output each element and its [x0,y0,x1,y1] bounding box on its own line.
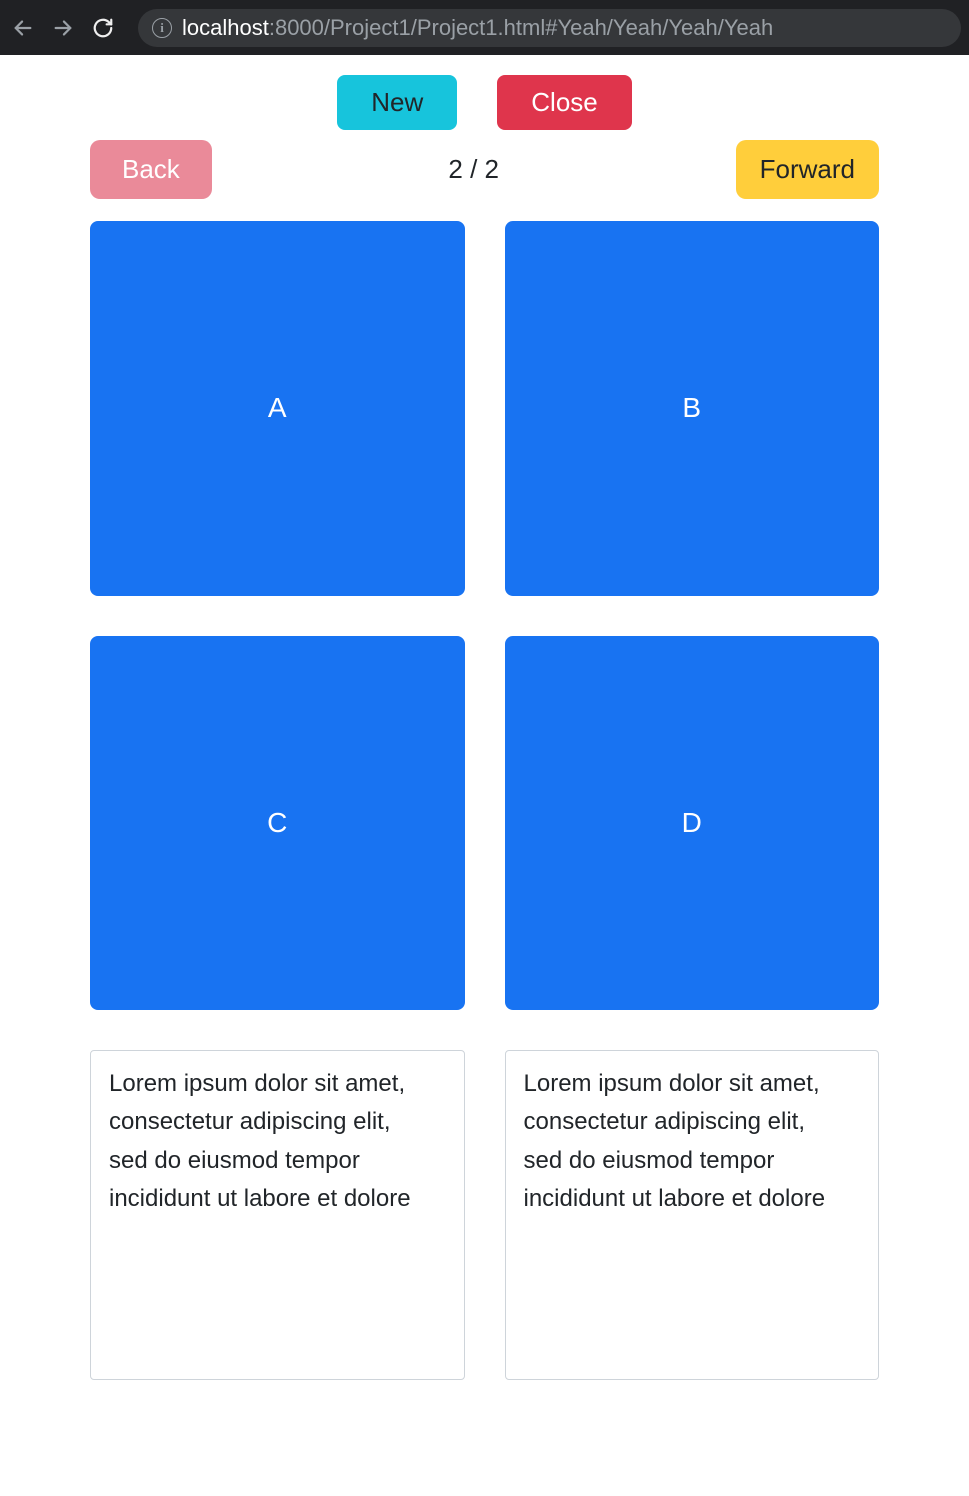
forward-button[interactable]: Forward [736,140,879,199]
browser-back-button[interactable] [8,13,38,43]
reload-icon [92,17,114,39]
url-path: :8000/Project1/Project1.html#Yeah/Yeah/Y… [269,15,773,40]
tile-c[interactable]: C [90,636,465,1011]
arrow-right-icon [52,17,74,39]
page-counter: 2 / 2 [212,154,736,185]
address-bar[interactable]: i localhost:8000/Project1/Project1.html#… [138,9,961,47]
text-line: Lorem ipsum dolor sit amet, [524,1065,861,1103]
text-line: incididunt ut labore et dolore [109,1180,446,1218]
tile-b[interactable]: B [505,221,880,596]
text-line: incididunt ut labore et dolore [524,1180,861,1218]
text-box-right[interactable]: Lorem ipsum dolor sit amet, consectetur … [505,1050,880,1380]
text-line: sed do eiusmod tempor [109,1142,446,1180]
top-button-row: New Close [90,75,879,130]
tile-a[interactable]: A [90,221,465,596]
site-info-icon[interactable]: i [152,18,172,38]
browser-chrome: i localhost:8000/Project1/Project1.html#… [0,0,969,55]
tile-label: C [267,807,287,839]
page-content: New Close Back 2 / 2 Forward A B C D Lor… [0,55,969,1380]
tile-label: D [682,807,702,839]
tile-d[interactable]: D [505,636,880,1011]
text-line: Lorem ipsum dolor sit amet, [109,1065,446,1103]
browser-reload-button[interactable] [88,13,118,43]
tile-grid: A B C D [90,221,879,1010]
text-row: Lorem ipsum dolor sit amet, consectetur … [90,1050,879,1380]
tile-label: A [268,392,287,424]
url-host: localhost [182,15,269,40]
text-box-left[interactable]: Lorem ipsum dolor sit amet, consectetur … [90,1050,465,1380]
new-button[interactable]: New [337,75,457,130]
browser-forward-button[interactable] [48,13,78,43]
nav-row: Back 2 / 2 Forward [90,140,879,199]
text-line: sed do eiusmod tempor [524,1142,861,1180]
url-text: localhost:8000/Project1/Project1.html#Ye… [182,15,773,41]
text-line: consectetur adipiscing elit, [109,1103,446,1141]
arrow-left-icon [12,17,34,39]
tile-label: B [682,392,701,424]
back-button[interactable]: Back [90,140,212,199]
text-line: consectetur adipiscing elit, [524,1103,861,1141]
close-button[interactable]: Close [497,75,631,130]
